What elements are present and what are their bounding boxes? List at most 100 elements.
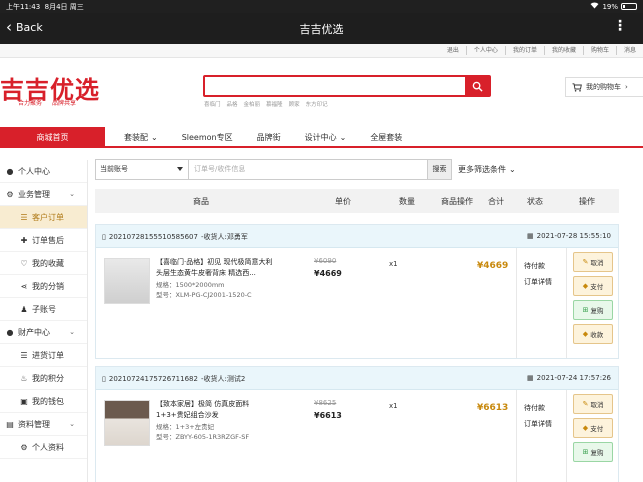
sidebar-group-business[interactable]: ⚙ 业务管理 ⌄: [0, 183, 87, 206]
order-detail-link[interactable]: 订单详情: [524, 274, 552, 290]
order-card: ▯ 20210728155510585607 -收货人:邓勇军 ▦ 2021-0…: [95, 224, 619, 359]
cancel-button[interactable]: ✎ 取消: [573, 252, 613, 272]
order-status: 待付款 订单详情: [524, 400, 552, 432]
flame-icon: ♨: [20, 373, 28, 383]
pay-button[interactable]: ◆ 支付: [573, 418, 613, 438]
tag-icon: ◆: [582, 330, 589, 338]
unit-price: ¥4669: [314, 269, 342, 278]
unit-price: ¥6613: [314, 411, 342, 420]
hot-word[interactable]: 金柏丽: [244, 100, 261, 108]
link-logout[interactable]: 退出: [440, 46, 466, 55]
order-body: 【致本家居】极简 仿真皮面料1+3+贵妃组合沙发 规格：1+3+左贵妃 型号：Z…: [96, 390, 618, 482]
top-links-bar: 退出 个人中心 我的订单 我的收藏 购物车 消息: [0, 44, 643, 58]
share-icon: ⋖: [20, 281, 28, 291]
hot-word[interactable]: 顾家: [289, 100, 300, 108]
link-personal-center[interactable]: 个人中心: [465, 46, 505, 55]
col-status: 状态: [527, 197, 543, 206]
collect-payment-button[interactable]: ◆ 收款: [573, 324, 613, 344]
doc-icon: ▤: [6, 419, 14, 429]
rebuy-button[interactable]: ⊞ 复购: [573, 442, 613, 462]
user-icon: ♟: [20, 304, 28, 314]
account-select[interactable]: 当前账号: [95, 158, 189, 180]
product-name[interactable]: 【喜临门·品格】初见 现代极简意大利头层生态黄牛皮奢背床 精选西...: [156, 257, 274, 279]
link-my-orders[interactable]: 我的订单: [504, 46, 544, 55]
sidebar-item-purchase-orders[interactable]: ☰ 进货订单: [0, 344, 87, 367]
sidebar-item-sub-accounts[interactable]: ♟ 子账号: [0, 298, 87, 321]
order-card: ▯ 20210724175726711682 -收货人:测试2 ▦ 2021-0…: [95, 366, 619, 482]
search-icon: [472, 81, 483, 92]
hot-word[interactable]: 喜临门: [204, 100, 221, 108]
order-search-button[interactable]: 搜索: [428, 158, 452, 180]
wallet-icon: ▣: [20, 396, 28, 406]
hot-word[interactable]: 品格: [227, 100, 238, 108]
nav-item-whole-house[interactable]: 全屋套装: [358, 132, 414, 143]
chevron-down-icon: ⌄: [69, 328, 75, 336]
sidebar: ● 个人中心 ⚙ 业务管理 ⌄ ☰ 客户订单 ✚ 订单售后 ♡ 我的收藏 ⋖ 我…: [0, 160, 88, 482]
back-button[interactable]: ‹ Back: [6, 20, 43, 35]
link-cart[interactable]: 购物车: [582, 46, 616, 55]
tag-icon: ◆: [582, 282, 589, 290]
nav-item-suite[interactable]: 套装配 ⌄: [112, 132, 170, 143]
product-thumbnail[interactable]: [104, 258, 150, 304]
logo-slogan: 合力聚务 品牌共享: [18, 100, 77, 107]
chevron-down-icon: ⌄: [69, 420, 75, 428]
more-options-icon[interactable]: ⋮: [613, 19, 627, 33]
order-recipient: -收货人:测试2: [200, 375, 246, 383]
link-messages[interactable]: 消息: [615, 46, 643, 55]
cart-icon: [572, 82, 582, 92]
sidebar-group-property[interactable]: ● 财产中心 ⌄: [0, 321, 87, 344]
product-thumbnail[interactable]: [104, 400, 150, 446]
cart-icon: ⊞: [582, 306, 589, 314]
wifi-icon: [590, 2, 599, 11]
sidebar-group-profile-mgmt[interactable]: ▤ 资料管理 ⌄: [0, 413, 87, 436]
order-detail-link[interactable]: 订单详情: [524, 416, 552, 432]
col-unit-price: 单价: [335, 197, 351, 206]
chevron-down-icon: ⌄: [339, 133, 347, 142]
my-cart-button[interactable]: 我的购物车 ›: [565, 77, 643, 97]
chevron-down-icon: ⌄: [509, 164, 516, 174]
sidebar-item-distribution[interactable]: ⋖ 我的分销: [0, 275, 87, 298]
order-search-input[interactable]: 订单号/收件信息: [189, 158, 428, 180]
calendar-icon: ▦: [527, 374, 534, 382]
order-table-header: 商品 单价 数量 商品操作 合计 状态 操作: [95, 189, 619, 213]
sidebar-item-favorites[interactable]: ♡ 我的收藏: [0, 252, 87, 275]
nav-item-design-center[interactable]: 设计中心 ⌄: [293, 132, 359, 143]
battery-icon: [621, 3, 637, 10]
status-time: 上午11:43 8月4日 周三: [6, 2, 84, 11]
quantity: x1: [389, 402, 398, 410]
link-my-favorites[interactable]: 我的收藏: [543, 46, 583, 55]
hot-word[interactable]: 慕福隆: [266, 100, 283, 108]
sidebar-item-after-sales[interactable]: ✚ 订单售后: [0, 229, 87, 252]
hot-word[interactable]: 东方印记: [306, 100, 328, 108]
nav-item-brand-street[interactable]: 品牌街: [245, 132, 293, 143]
main-search-input[interactable]: [203, 75, 491, 97]
order-number: 20210724175726711682: [108, 375, 198, 383]
sidebar-item-personal-center[interactable]: ● 个人中心: [0, 160, 87, 183]
sidebar-item-personal-info[interactable]: ⚙ 个人资料: [0, 436, 87, 459]
sidebar-item-wallet[interactable]: ▣ 我的钱包: [0, 390, 87, 413]
bookmark-icon: ▯: [102, 233, 106, 241]
chevron-right-icon: ›: [625, 83, 628, 91]
more-filter-toggle[interactable]: 更多筛选条件 ⌄: [458, 164, 516, 175]
rebuy-button[interactable]: ⊞ 复购: [573, 300, 613, 320]
nav-home[interactable]: 商城首页: [0, 127, 105, 148]
heart-icon: ♡: [20, 258, 28, 268]
calendar-icon: ▦: [527, 232, 534, 240]
list-icon: ☰: [20, 350, 28, 360]
product-spec: 规格：1+3+左贵妃 型号：ZBYY-605-1R3RZGF-SF: [156, 423, 250, 441]
sidebar-item-points[interactable]: ♨ 我的积分: [0, 367, 87, 390]
dropdown-arrow-icon: [177, 166, 183, 171]
search-button[interactable]: [465, 77, 489, 95]
nav-title: 吉吉优选: [299, 22, 344, 36]
chevron-down-icon: ⌄: [151, 133, 158, 142]
cancel-button[interactable]: ✎ 取消: [573, 394, 613, 414]
nav-item-sleemon[interactable]: Sleemon专区: [170, 132, 245, 143]
product-name[interactable]: 【致本家居】极简 仿真皮面料1+3+贵妃组合沙发: [156, 399, 274, 421]
sidebar-item-customer-orders[interactable]: ☰ 客户订单: [0, 206, 87, 229]
order-number: 20210728155510585607: [108, 233, 198, 241]
gear-icon: ⚙: [6, 189, 14, 199]
pay-button[interactable]: ◆ 支付: [573, 276, 613, 296]
col-product-action: 商品操作: [441, 197, 473, 206]
status-bar: 上午11:43 8月4日 周三 19%: [0, 0, 643, 13]
col-total: 合计: [488, 197, 504, 206]
